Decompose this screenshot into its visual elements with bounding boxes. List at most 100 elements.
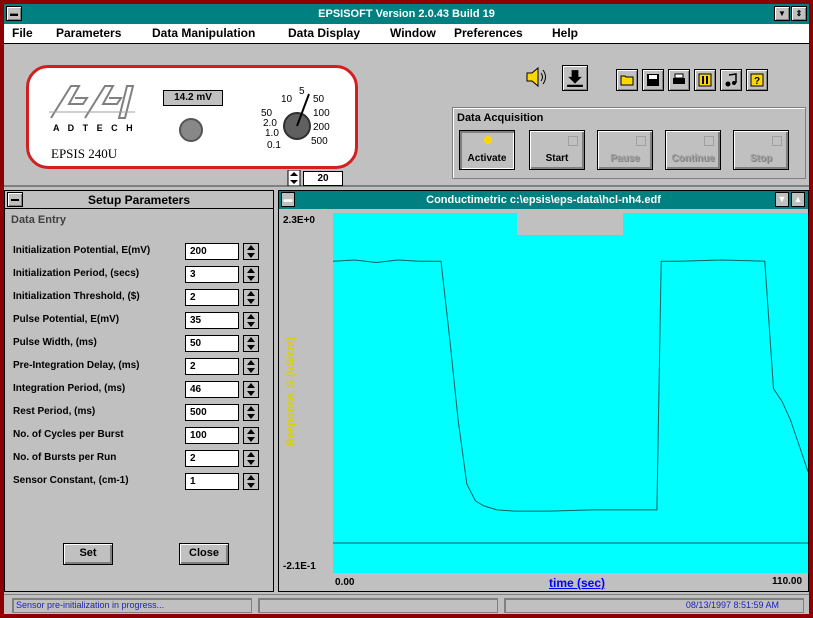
param-spinner[interactable] xyxy=(243,427,259,444)
status-datetime: 08/13/1997 8:51:59 AM xyxy=(504,598,804,613)
stop-label: Stop xyxy=(749,153,773,164)
param-input[interactable]: 500 xyxy=(185,404,239,421)
param-row: Rest Period, (ms) 500 xyxy=(5,402,273,424)
chart-minimize-button[interactable]: ▼ xyxy=(775,192,789,207)
param-spinner[interactable] xyxy=(243,312,259,329)
chart-window-title: Conductimetric c:\epsis\eps-data\hcl-nh4… xyxy=(426,194,661,206)
menu-data-manipulation[interactable]: Data Manipulation xyxy=(152,26,255,40)
param-row: Sensor Constant, (cm-1) 1 xyxy=(5,471,273,493)
continue-icon xyxy=(704,136,714,146)
param-spinner[interactable] xyxy=(243,450,259,467)
gain-value[interactable]: 20 xyxy=(303,171,343,186)
gain-spinner[interactable] xyxy=(285,170,303,186)
param-spinner[interactable] xyxy=(243,266,259,283)
param-input[interactable]: 1 xyxy=(185,473,239,490)
param-spinner[interactable] xyxy=(243,473,259,490)
continue-button[interactable]: Continue xyxy=(665,130,721,170)
param-label: Rest Period, (ms) xyxy=(13,406,96,417)
menu-window[interactable]: Window xyxy=(390,26,436,40)
param-spinner[interactable] xyxy=(243,381,259,398)
dial-label-0-1: 0.1 xyxy=(267,140,281,151)
param-input[interactable]: 2 xyxy=(185,358,239,375)
dial-label-r50: 50 xyxy=(313,94,325,105)
param-row: Initialization Threshold, ($) 2 xyxy=(5,287,273,309)
start-icon xyxy=(568,136,578,146)
setup-parameters-panel: Setup Parameters Data Entry Initializati… xyxy=(4,190,274,592)
param-spinner[interactable] xyxy=(243,358,259,375)
param-row: Initialization Period, (secs) 3 xyxy=(5,264,273,286)
param-label: No. of Cycles per Burst xyxy=(13,429,124,440)
y-axis-label: Response, S (uS/cm) xyxy=(285,336,297,446)
y-tick-top: 2.3E+0 xyxy=(283,215,315,226)
setup-title-bar: Setup Parameters xyxy=(5,191,273,209)
svg-text:?: ? xyxy=(754,76,760,87)
param-spinner[interactable] xyxy=(243,404,259,421)
restore-button[interactable]: ⇕ xyxy=(791,6,807,21)
close-button[interactable]: Close xyxy=(179,543,229,565)
menu-bar: File Parameters Data Manipulation Data D… xyxy=(4,24,809,44)
param-spinner[interactable] xyxy=(243,335,259,352)
chart-maximize-button[interactable]: ▲ xyxy=(791,192,805,207)
param-input[interactable]: 200 xyxy=(185,243,239,260)
param-spinner[interactable] xyxy=(243,289,259,306)
speaker-icon[interactable] xyxy=(524,65,548,89)
activate-label: Activate xyxy=(467,153,507,164)
start-button[interactable]: Start xyxy=(529,130,585,170)
param-input[interactable]: 2 xyxy=(185,289,239,306)
menu-preferences[interactable]: Preferences xyxy=(454,26,523,40)
pause-tool-button[interactable] xyxy=(694,69,716,91)
open-folder-icon xyxy=(620,75,634,86)
stop-button[interactable]: Stop xyxy=(733,130,789,170)
save-button[interactable] xyxy=(642,69,664,91)
adtech-logo xyxy=(49,85,135,119)
param-label: No. of Bursts per Run xyxy=(13,452,117,463)
device-panel: A D T E C H EPSIS 240U 14.2 mV 50 10 5 2… xyxy=(26,65,358,186)
device-model: EPSIS 240U xyxy=(51,146,118,161)
dial-label-1: 1.0 xyxy=(265,128,279,139)
plot-overlay-box xyxy=(517,213,623,235)
param-input[interactable]: 2 xyxy=(185,450,239,467)
set-button[interactable]: Set xyxy=(63,543,113,565)
pause-icon xyxy=(698,73,712,87)
reading-display: 14.2 mV xyxy=(163,90,223,106)
help-button[interactable]: ? xyxy=(746,69,768,91)
param-input[interactable]: 3 xyxy=(185,266,239,283)
menu-data-display[interactable]: Data Display xyxy=(288,26,360,40)
param-spinner[interactable] xyxy=(243,243,259,260)
instrument-panel: A D T E C H EPSIS 240U 14.2 mV 50 10 5 2… xyxy=(4,45,809,187)
dial-label-500: 500 xyxy=(311,136,328,147)
menu-help[interactable]: Help xyxy=(552,26,578,40)
dial-label-100: 100 xyxy=(313,108,330,119)
pause-button[interactable]: Pause xyxy=(597,130,653,170)
open-button[interactable] xyxy=(616,69,638,91)
connector-icon xyxy=(179,118,203,142)
param-input[interactable]: 50 xyxy=(185,335,239,352)
print-button[interactable] xyxy=(668,69,690,91)
title-bar: ▬ EPSISOFT Version 2.0.43 Build 19 ▼ ⇕ xyxy=(4,4,809,24)
help-icon: ? xyxy=(750,73,764,87)
system-menu-button[interactable]: ▬ xyxy=(6,6,22,21)
activate-button[interactable]: Activate xyxy=(459,130,515,170)
chart-menu-button[interactable]: ▬ xyxy=(281,192,295,207)
param-input[interactable]: 100 xyxy=(185,427,239,444)
param-input[interactable]: 46 xyxy=(185,381,239,398)
data-entry-heading: Data Entry xyxy=(11,214,67,226)
status-field-empty xyxy=(258,598,498,613)
menu-file[interactable]: File xyxy=(12,26,33,40)
setup-menu-button[interactable] xyxy=(7,192,23,207)
range-dial[interactable]: 50 10 5 2.0 1.0 0.1 50 100 200 500 xyxy=(247,80,347,168)
sound-button[interactable] xyxy=(720,69,742,91)
param-input[interactable]: 35 xyxy=(185,312,239,329)
param-row: Pulse Potential, E(mV) 35 xyxy=(5,310,273,332)
logo-subtitle: A D T E C H xyxy=(53,123,136,133)
download-button[interactable] xyxy=(562,65,588,91)
download-icon xyxy=(567,70,583,87)
param-label: Initialization Potential, E(mV) xyxy=(13,245,151,256)
menu-parameters[interactable]: Parameters xyxy=(56,26,121,40)
music-note-icon xyxy=(725,73,737,87)
minimize-button[interactable]: ▼ xyxy=(774,6,790,21)
plot-area[interactable] xyxy=(333,213,808,573)
pause-small-icon xyxy=(636,136,646,146)
data-acquisition-group: Data Acquisition Activate Start Pause Co… xyxy=(452,107,806,179)
start-label: Start xyxy=(545,153,569,164)
